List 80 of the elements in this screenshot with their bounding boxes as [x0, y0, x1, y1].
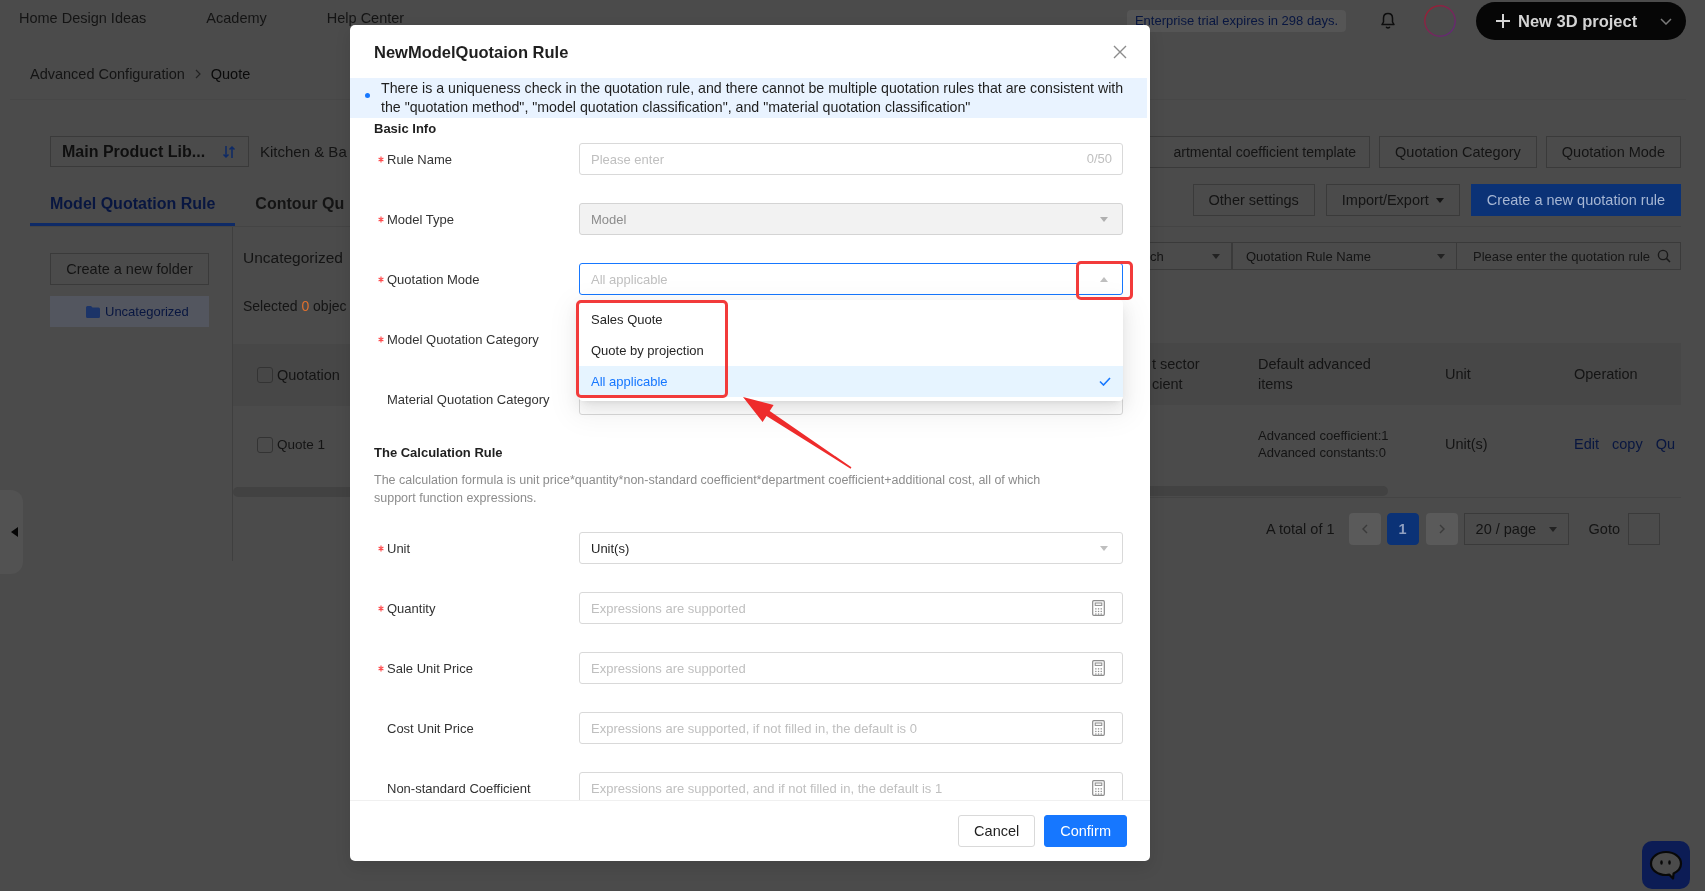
avatar[interactable]	[1424, 5, 1456, 37]
page-button[interactable]: 1	[1386, 513, 1419, 545]
caret-up-icon	[1100, 276, 1108, 282]
checkmark-icon	[1099, 377, 1111, 386]
folder-item[interactable]: Uncategorized	[50, 296, 209, 327]
trial-notice: Enterprise trial expires in 298 days.	[1126, 10, 1346, 32]
plus-icon	[1495, 13, 1511, 29]
select-field[interactable]: All applicable	[579, 263, 1123, 295]
cancel-button[interactable]: Cancel	[958, 815, 1036, 847]
field-label: Sale Unit Price	[387, 660, 473, 676]
tab[interactable]: Contour Qu	[235, 167, 350, 226]
action-link[interactable]: copy	[1612, 435, 1643, 452]
breadcrumb-link[interactable]: Advanced Configuration	[30, 64, 185, 84]
field-label: Model Type	[387, 211, 454, 227]
speech-bubble-icon	[1648, 849, 1684, 881]
caret-down-icon	[1548, 526, 1557, 532]
dropdown-option[interactable]: Sales Quote	[579, 304, 1123, 335]
bell-icon[interactable]	[1380, 12, 1396, 30]
field-label: Rule Name	[387, 151, 453, 167]
primary-button[interactable]: Create a new quotation rule	[1470, 184, 1681, 216]
field-label: Quantity	[387, 600, 436, 616]
caret-down-icon	[1100, 216, 1108, 222]
chevron-left-icon	[1361, 524, 1368, 534]
selection-summary: Selected 0 objec	[243, 297, 347, 315]
action-link[interactable]: Edit	[1574, 435, 1599, 452]
folder-title: Uncategorized	[243, 248, 343, 268]
goto-label: Goto	[1588, 521, 1620, 537]
field-label: Cost Unit Price	[387, 720, 474, 736]
folder-icon	[86, 305, 100, 318]
expression-field[interactable]: Expressions are supported, if not filled in, the default is 0	[579, 712, 1123, 744]
close-button[interactable]	[1113, 45, 1127, 59]
expression-field[interactable]: Expressions are supported	[579, 592, 1123, 624]
table-cell-text: Unit(s)	[1445, 435, 1489, 452]
settings-button[interactable]: Quotation Mode	[1545, 136, 1681, 168]
dialog-title: NewModelQuotaion Rule	[374, 42, 569, 62]
tab[interactable]: Model Quotation Rule	[30, 167, 236, 226]
confirm-button[interactable]: Confirm	[1044, 815, 1127, 847]
breadcrumb-current: Quote	[210, 65, 251, 84]
section-heading: The Calculation Rule	[374, 444, 503, 462]
field-label: Quotation Mode	[387, 271, 480, 287]
calculator-icon	[1092, 780, 1105, 796]
action-link[interactable]: Qu	[1655, 435, 1675, 452]
caret-down-icon	[1435, 197, 1444, 203]
new-project-button[interactable]: New 3D project	[1476, 2, 1686, 40]
chevron-down-icon	[1660, 17, 1673, 25]
calculator-icon	[1092, 600, 1105, 616]
toolbar-button[interactable]: Other settings	[1192, 184, 1315, 216]
highlight-box	[1076, 261, 1133, 300]
dropdown-option[interactable]: Quote by projection	[579, 335, 1123, 366]
checkbox[interactable]	[257, 436, 273, 453]
field-label: Model Quotation Category	[387, 331, 539, 347]
field-label: Non-standard Coefficient	[387, 780, 531, 796]
caret-down-icon	[1437, 253, 1445, 259]
settings-button[interactable]: Quotation Category	[1379, 136, 1537, 168]
swap-arrows-icon	[222, 144, 236, 159]
section-heading: Basic Info	[374, 120, 437, 138]
select-field[interactable]: Unit(s)	[579, 532, 1123, 564]
field-label: Material Quotation Category	[387, 391, 550, 407]
chevron-right-icon	[194, 69, 201, 79]
section-description: The calculation formula is unit price*quantity*non-standard coefficient*department coefficient+additional cost, all of which support function expressions.	[374, 472, 1042, 507]
search-icon	[1657, 249, 1671, 263]
expression-field[interactable]: Expressions are supported	[579, 652, 1123, 684]
character-counter: 0/50	[1086, 150, 1112, 168]
expression-field[interactable]: Expressions are supported, and if not filled in, the default is 1	[579, 772, 1123, 800]
dropdown-option[interactable]: All applicable	[579, 366, 1123, 397]
collapse-button[interactable]	[0, 490, 23, 574]
calculator-icon	[1092, 660, 1105, 676]
notice-text: There is a uniqueness check in the quotation rule, and there cannot be multiple quotation rules that are consistent with the "quotation method", "model quotation classification", and "material quotation classification"	[381, 79, 1125, 117]
chat-button[interactable]	[1642, 841, 1690, 889]
dot-icon	[365, 93, 370, 98]
field-label: Unit	[387, 540, 411, 556]
caret-down-icon	[1212, 253, 1220, 259]
library-selector[interactable]: Main Product Lib...	[50, 136, 249, 167]
chevron-right-icon	[1438, 524, 1445, 534]
nav-link[interactable]: Academy	[206, 11, 267, 25]
caret-down-icon	[1100, 545, 1108, 551]
calculator-icon	[1092, 720, 1105, 736]
dropdown-button[interactable]: Import/Export	[1325, 184, 1460, 216]
close-icon	[1113, 45, 1127, 59]
caret-left-icon	[11, 527, 18, 537]
